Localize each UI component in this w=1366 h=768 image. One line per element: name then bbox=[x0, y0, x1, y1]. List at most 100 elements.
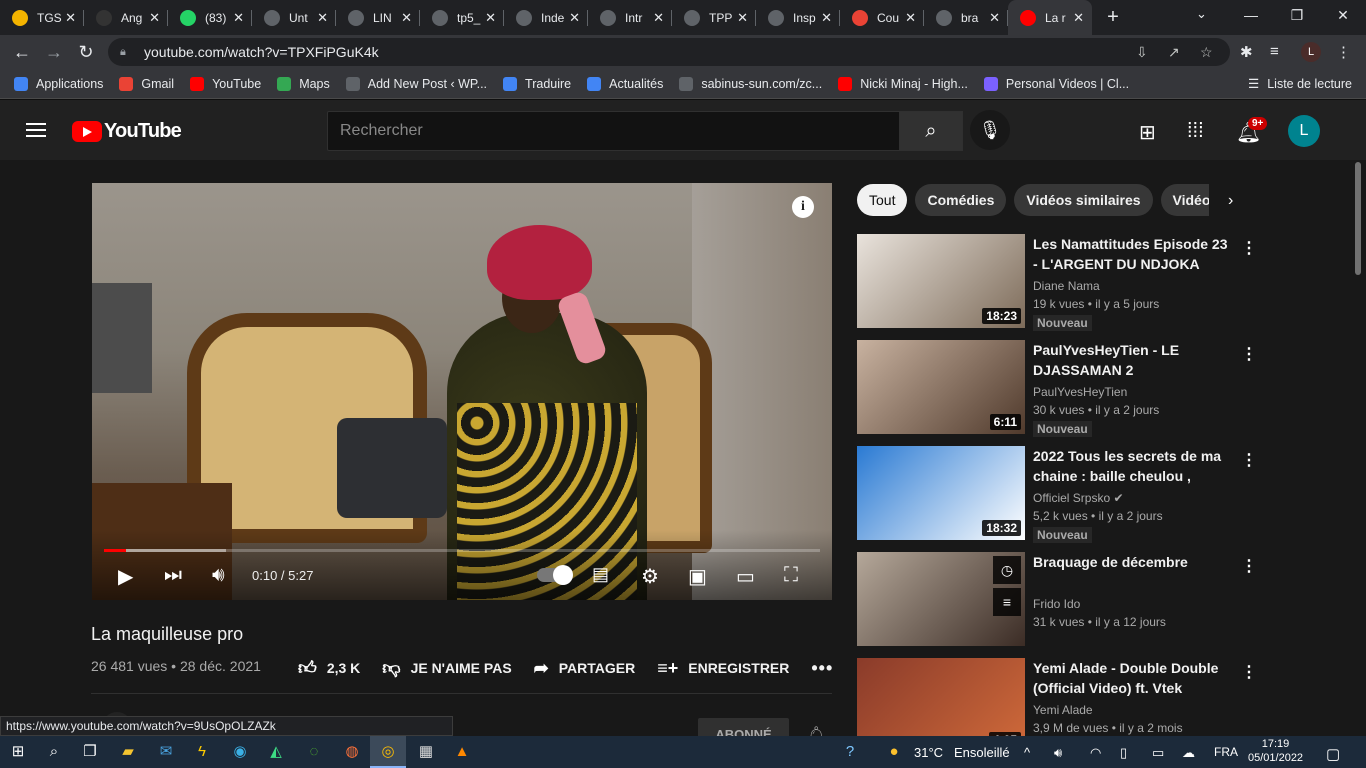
browser-tab[interactable]: Inde ✕ bbox=[504, 0, 588, 35]
more-options-icon[interactable]: ⋮ bbox=[1241, 344, 1257, 364]
battery-icon[interactable]: ▭ bbox=[1152, 745, 1164, 761]
video-player[interactable]: i ▶ ⏭︎ 🔊︎ 0:10 / 5:27 ▤ ⚙ ▣ ▭ ⛶ bbox=[92, 183, 832, 600]
bookmark-item[interactable]: Gmail bbox=[119, 76, 174, 91]
more-options-icon[interactable]: ⋮ bbox=[1241, 238, 1257, 258]
create-video-icon[interactable]: ⊞ bbox=[1139, 120, 1156, 145]
bookmark-item[interactable]: Nicki Minaj - High... bbox=[838, 76, 968, 91]
tab-close-icon[interactable]: ✕ bbox=[905, 10, 916, 26]
browser-tab[interactable]: (83) ✕ bbox=[168, 0, 252, 35]
share-icon[interactable]: ↗ bbox=[1168, 44, 1180, 61]
tab-close-icon[interactable]: ✕ bbox=[653, 10, 664, 26]
browser-tab[interactable]: TGS ✕ bbox=[0, 0, 84, 35]
chrome-menu-icon[interactable]: ⋮ bbox=[1336, 43, 1351, 61]
chip-next-arrow-icon[interactable]: › bbox=[1228, 192, 1233, 210]
related-video-item[interactable]: 18:23 Les Namattitudes Episode 23 - L'ARG… bbox=[857, 234, 1257, 331]
more-options-icon[interactable]: ⋮ bbox=[1241, 556, 1257, 576]
restore-icon[interactable]: ❐ bbox=[1274, 0, 1320, 30]
back-arrow-icon[interactable]: ← bbox=[6, 42, 38, 63]
lock-icon[interactable]: 🔒︎ bbox=[120, 46, 132, 58]
browser-tab[interactable]: Ang ✕ bbox=[84, 0, 168, 35]
browser-tab[interactable]: Unt ✕ bbox=[252, 0, 336, 35]
progress-bar[interactable] bbox=[104, 549, 820, 552]
tab-close-icon[interactable]: ✕ bbox=[485, 10, 496, 26]
related-video-title[interactable]: Yemi Alade - Double Double (Official Vid… bbox=[1033, 658, 1233, 698]
page-scrollbar[interactable] bbox=[1353, 160, 1363, 736]
video-thumbnail[interactable]: ◷ ≡ bbox=[857, 552, 1025, 646]
bookmark-item[interactable]: Personal Videos | Cl... bbox=[983, 76, 1129, 91]
tab-close-icon[interactable]: ✕ bbox=[737, 10, 748, 26]
voice-search-mic-icon[interactable]: 🎙︎ bbox=[970, 110, 1010, 150]
close-window-icon[interactable]: ✕ bbox=[1320, 0, 1366, 30]
bookmark-item[interactable]: YouTube bbox=[190, 76, 261, 91]
browser-tab[interactable]: Cou ✕ bbox=[840, 0, 924, 35]
winamp-icon[interactable]: ϟ bbox=[192, 742, 212, 762]
spotify-icon[interactable]: ◌ bbox=[304, 742, 324, 762]
browser-tab[interactable]: Insp ✕ bbox=[756, 0, 840, 35]
browser-profile-avatar[interactable]: L bbox=[1301, 42, 1321, 62]
bookmark-item[interactable]: Actualités bbox=[587, 76, 663, 91]
fullscreen-icon[interactable]: ⛶ bbox=[784, 564, 798, 587]
browser-tab[interactable]: bra ✕ bbox=[924, 0, 1008, 35]
tab-close-icon[interactable]: ✕ bbox=[1073, 10, 1084, 26]
watch-later-clock-icon[interactable]: ◷ bbox=[993, 556, 1021, 584]
vlc-icon[interactable]: ▲ bbox=[452, 742, 472, 762]
device-icon[interactable]: ▯ bbox=[1120, 745, 1127, 761]
tab-close-icon[interactable]: ✕ bbox=[821, 10, 832, 26]
bookmark-item[interactable]: sabinus-sun.com/zc... bbox=[679, 76, 822, 91]
onedrive-cloud-icon[interactable]: ☁ bbox=[1182, 745, 1195, 761]
dislike-button[interactable]: 👎︎ JE N'AIME PAS bbox=[382, 657, 511, 679]
play-icon[interactable]: ▶ bbox=[118, 564, 133, 589]
video-thumbnail[interactable]: 6:11 bbox=[857, 340, 1025, 434]
media-control-icon[interactable]: ≡ bbox=[1270, 43, 1279, 60]
tab-close-icon[interactable]: ✕ bbox=[65, 10, 76, 26]
theater-mode-icon[interactable]: ▭ bbox=[736, 564, 755, 589]
search-button[interactable]: ⌕ bbox=[899, 111, 963, 151]
next-video-icon[interactable]: ⏭︎ bbox=[164, 564, 182, 587]
tab-search-chevron-icon[interactable]: ⌄ bbox=[1196, 6, 1207, 22]
mail-icon[interactable]: ✉ bbox=[156, 742, 176, 762]
tab-close-icon[interactable]: ✕ bbox=[317, 10, 328, 26]
windows-start-icon[interactable]: ⊞ bbox=[8, 742, 28, 762]
youtube-logo[interactable]: YouTube bbox=[72, 120, 182, 143]
bookmark-item[interactable]: Add New Post ‹ WP... bbox=[345, 76, 487, 91]
android-studio-icon[interactable]: ◭ bbox=[266, 742, 286, 762]
save-button[interactable]: ≡+ ENREGISTRER bbox=[657, 658, 789, 679]
autoplay-toggle[interactable] bbox=[537, 565, 573, 585]
scrollbar-thumb[interactable] bbox=[1355, 162, 1361, 275]
wifi-icon[interactable]: ◠ bbox=[1090, 745, 1101, 761]
apps-grid-icon[interactable]: ⁞⁞⁞ bbox=[1187, 120, 1204, 143]
related-video-channel[interactable]: Yemi Alade bbox=[1033, 703, 1093, 717]
browser-tab[interactable]: La r ✕ bbox=[1008, 0, 1092, 35]
browser-tab[interactable]: tp5_ ✕ bbox=[420, 0, 504, 35]
miniplayer-icon[interactable]: ▣ bbox=[688, 564, 707, 589]
related-video-channel[interactable]: Officiel Srpsko ✔ bbox=[1033, 491, 1124, 505]
task-view-icon[interactable]: ❐ bbox=[80, 742, 100, 762]
notification-center-icon[interactable]: ▢ bbox=[1326, 745, 1340, 763]
filter-chip[interactable]: Vidéos bbox=[1160, 184, 1209, 216]
more-options-icon[interactable]: ⋮ bbox=[1241, 450, 1257, 470]
extensions-puzzle-icon[interactable]: ✱ bbox=[1240, 43, 1253, 61]
youtube-account-avatar[interactable]: L bbox=[1288, 115, 1320, 147]
bookmark-item[interactable]: Applications bbox=[14, 76, 103, 91]
reading-list-button[interactable]: ☰ Liste de lecture bbox=[1248, 76, 1352, 92]
subtitles-icon[interactable]: ▤ bbox=[592, 564, 609, 585]
more-options-icon[interactable]: ⋮ bbox=[1241, 662, 1257, 682]
info-icon[interactable]: i bbox=[792, 196, 814, 218]
filter-chip[interactable]: Comédies bbox=[915, 184, 1007, 216]
new-tab-plus-icon[interactable]: + bbox=[1098, 6, 1128, 29]
more-actions-icon[interactable]: ••• bbox=[811, 658, 833, 679]
tab-close-icon[interactable]: ✕ bbox=[149, 10, 160, 26]
video-thumbnail[interactable]: 18:23 bbox=[857, 234, 1025, 328]
file-explorer-icon[interactable]: ▰ bbox=[118, 742, 138, 762]
browser-tab[interactable]: Intr ✕ bbox=[588, 0, 672, 35]
taskbar-clock[interactable]: 17:19 05/01/2022 bbox=[1248, 737, 1303, 765]
video-thumbnail[interactable]: 18:32 bbox=[857, 446, 1025, 540]
related-video-title[interactable]: PaulYvesHeyTien - LE DJASSAMAN 2 bbox=[1033, 340, 1233, 380]
reload-icon[interactable]: ↻ bbox=[70, 42, 102, 63]
language-indicator[interactable]: FRA bbox=[1214, 745, 1238, 759]
bookmark-item[interactable]: Maps bbox=[277, 76, 330, 91]
minimize-icon[interactable]: — bbox=[1228, 0, 1274, 30]
tab-close-icon[interactable]: ✕ bbox=[233, 10, 244, 26]
taskbar-search-icon[interactable]: ⌕ bbox=[44, 742, 64, 762]
bookmark-star-icon[interactable]: ☆ bbox=[1200, 44, 1213, 61]
